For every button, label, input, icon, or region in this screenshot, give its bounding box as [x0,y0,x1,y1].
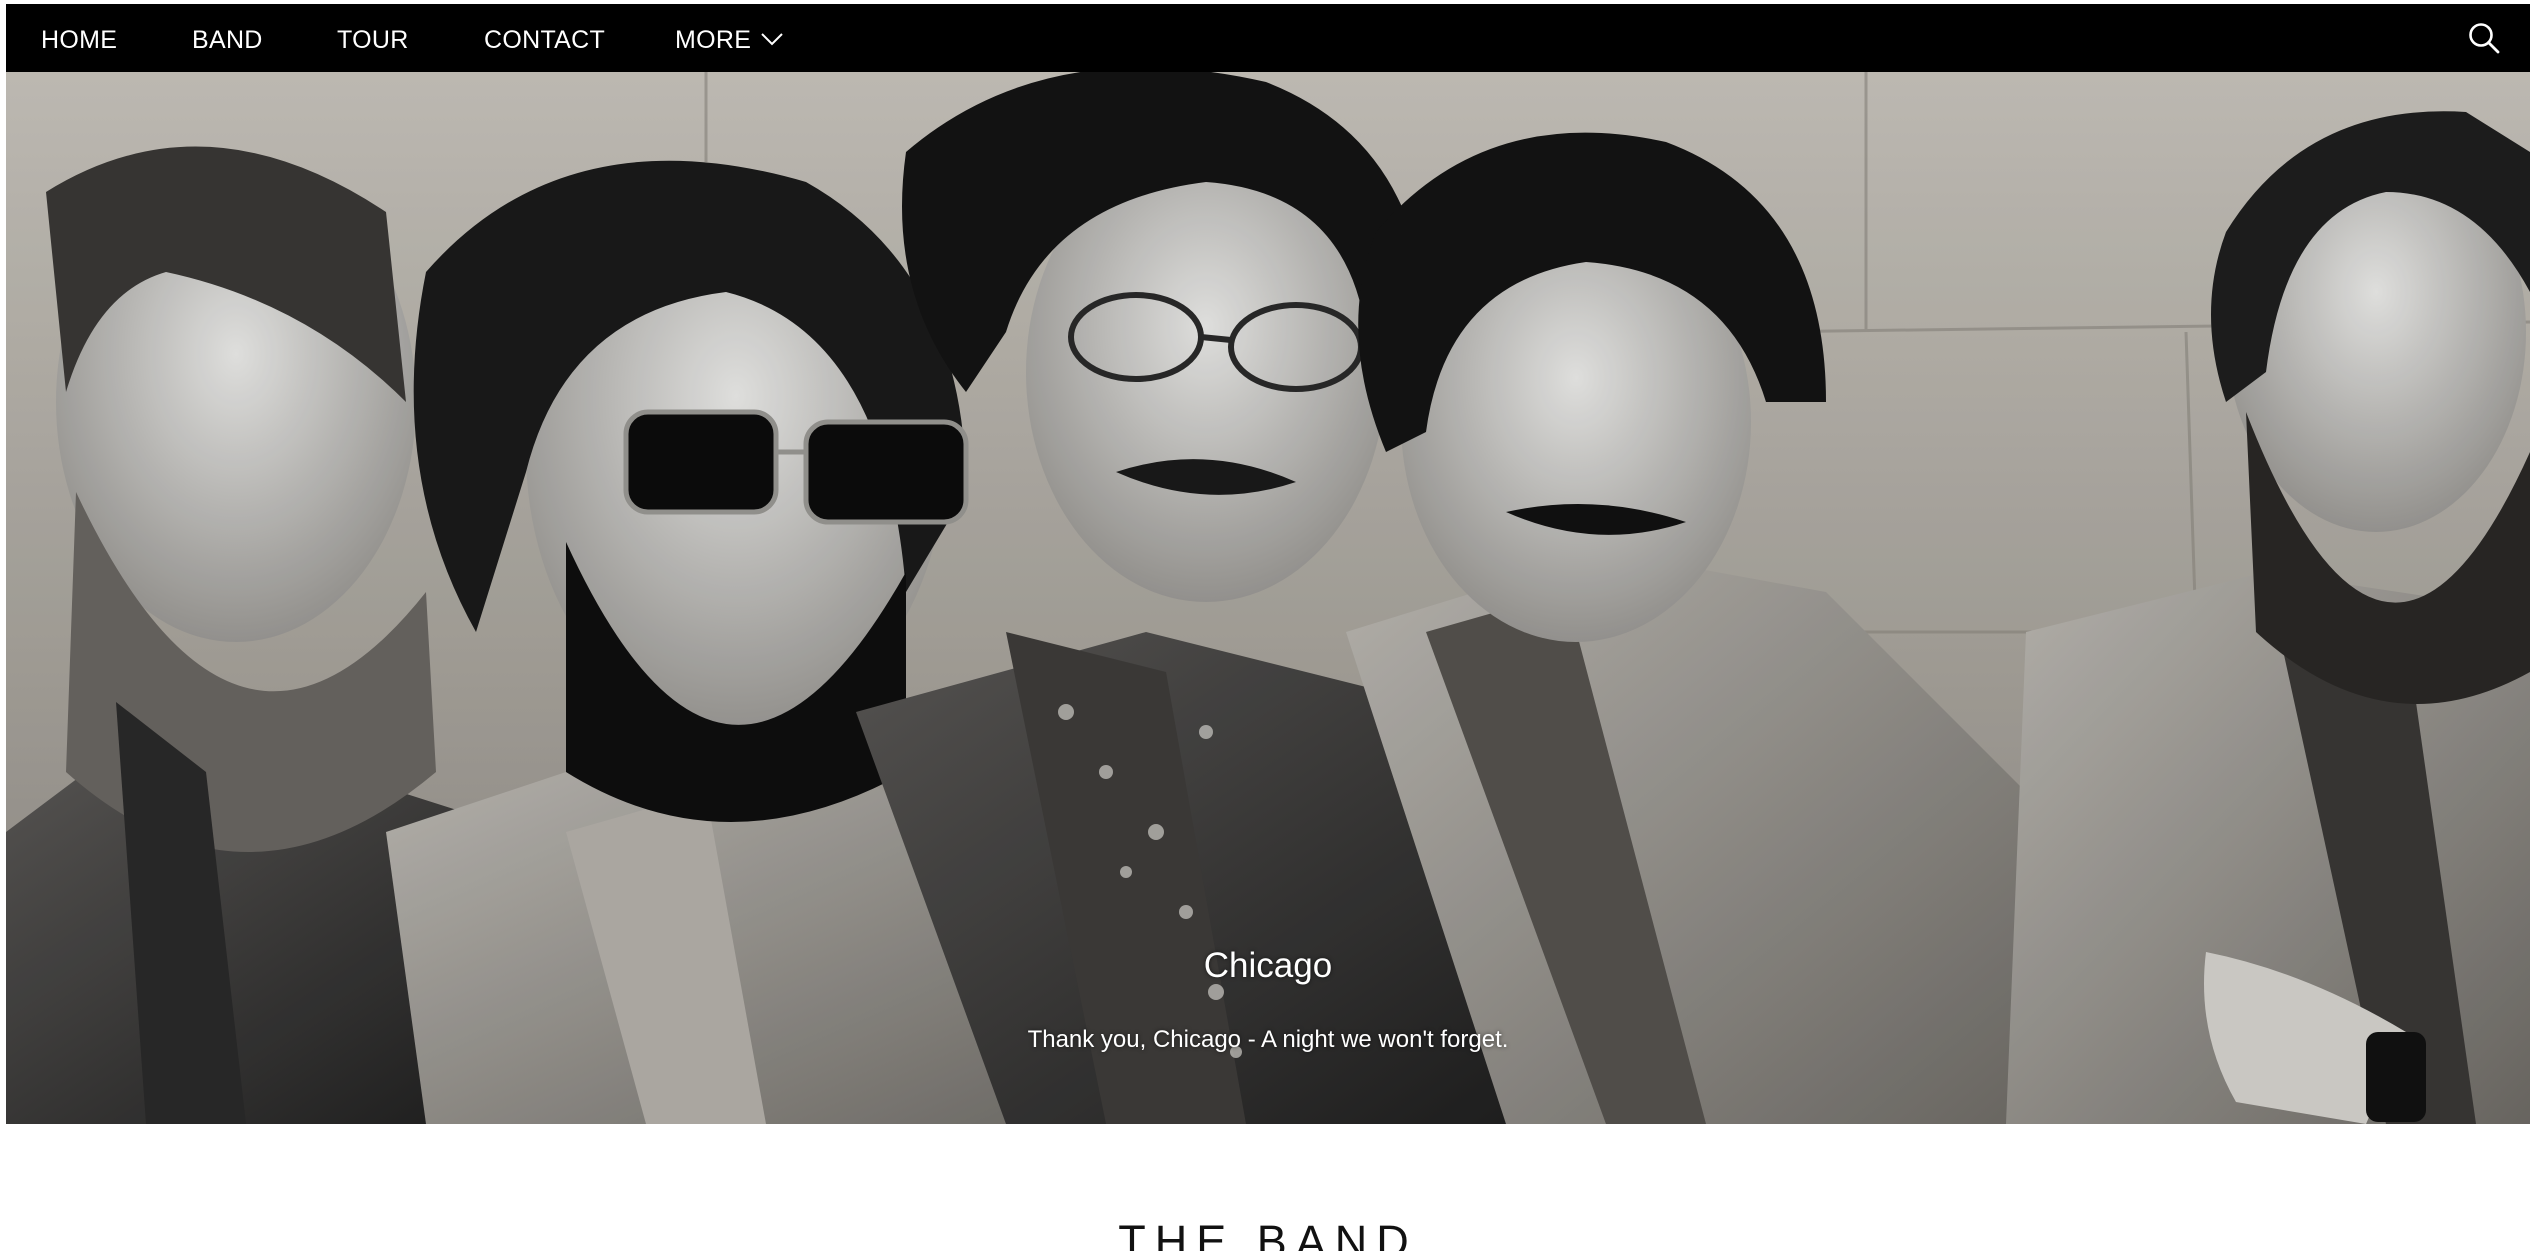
search-icon[interactable] [2466,20,2502,56]
page: HOME BAND TOUR CONTACT MORE Chicago Than… [6,4,2530,1251]
nav-contact-link[interactable]: CONTACT [484,26,605,54]
hero-slide: Chicago Thank you, Chicago - A night we … [6,72,2530,1124]
nav-home-link[interactable]: HOME [41,26,117,54]
nav-more-label: MORE [675,26,752,54]
nav-tour-link[interactable]: TOUR [337,26,409,54]
top-navbar: HOME BAND TOUR CONTACT MORE [6,4,2530,72]
nav-band-link[interactable]: BAND [192,26,263,54]
slide-caption-text: Thank you, Chicago - A night we won't fo… [1027,1026,1509,1053]
chevron-down-icon [761,33,783,46]
section-title: THE BAND [1118,1216,1418,1251]
nav-more-dropdown[interactable]: MORE [675,26,783,54]
slide-caption-title: Chicago [1203,946,1333,985]
